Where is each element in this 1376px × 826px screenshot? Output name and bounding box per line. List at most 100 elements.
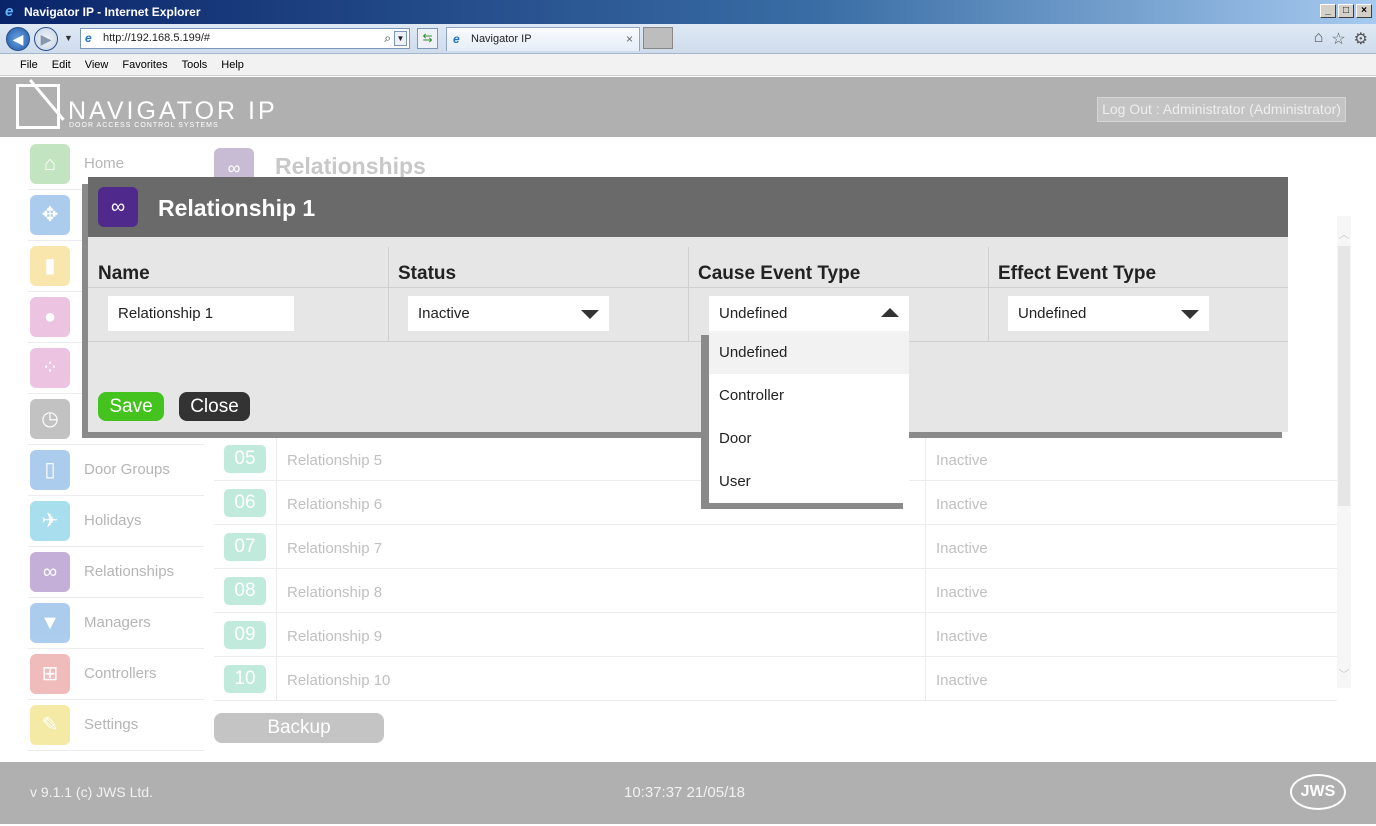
home-icon[interactable]: ⌂ [1314, 29, 1324, 49]
clock-icon: ◷ [30, 399, 70, 439]
sidebar-item-label: Managers [84, 614, 151, 631]
sidebar-item-settings[interactable]: ✎ Settings [28, 700, 204, 751]
chevron-up-icon [881, 308, 899, 317]
dropdown-option-controller[interactable]: Controller [709, 374, 909, 417]
row-name: Relationship 8 [287, 584, 383, 601]
scroll-up-icon[interactable]: ︿ [1337, 226, 1351, 242]
relationship-modal: ∞ Relationship 1 Name Status Cause Event… [88, 177, 1288, 432]
tie-icon: ▼ [30, 603, 70, 643]
cause-event-type-dropdown: Undefined Controller Door User [709, 331, 909, 503]
menu-bar: File Edit View Favorites Tools Help [0, 54, 1376, 76]
page-title: Relationships [275, 153, 426, 179]
link-icon: ∞ [98, 187, 138, 227]
table-row[interactable]: 10 Relationship 10 Inactive [214, 657, 1337, 701]
url-text: http://192.168.5.199/# [103, 32, 211, 44]
menu-edit[interactable]: Edit [52, 54, 71, 75]
bar-chart-icon: ▮ [30, 246, 70, 286]
group-icon: ⁘ [30, 348, 70, 388]
refresh-icon[interactable]: ⇆ [417, 28, 438, 49]
back-icon[interactable]: ◀ [6, 27, 30, 51]
browser-tab[interactable]: e Navigator IP × [446, 27, 640, 51]
dropdown-option-user[interactable]: User [709, 460, 909, 503]
user-icon: ● [30, 297, 70, 337]
row-name: Relationship 9 [287, 628, 383, 645]
sidebar-item-label: Controllers [84, 665, 157, 682]
scrollbar-thumb[interactable] [1338, 246, 1350, 506]
chevron-down-icon [1181, 310, 1199, 319]
sidebar-item-label: Relationships [84, 563, 175, 580]
navigator-logo-icon [16, 84, 60, 129]
row-status: Inactive [936, 584, 988, 601]
network-icon: ⊞ [30, 654, 70, 694]
close-window-icon[interactable]: × [1356, 4, 1372, 18]
menu-favorites[interactable]: Favorites [122, 54, 167, 75]
door-icon: ▯ [30, 450, 70, 490]
row-number: 08 [224, 577, 266, 605]
menu-view[interactable]: View [85, 54, 109, 75]
dropdown-option-undefined[interactable]: Undefined [709, 331, 909, 374]
history-dropdown-icon[interactable]: ▼ [64, 33, 73, 43]
home-icon: ⌂ [30, 144, 70, 184]
search-icon[interactable]: ⌕ [384, 29, 391, 48]
jws-logo: JWS [1290, 774, 1346, 810]
close-button[interactable]: Close [179, 392, 250, 421]
status-select[interactable]: Inactive [408, 296, 609, 331]
table-row[interactable]: 07 Relationship 7 Inactive [214, 525, 1337, 569]
app-header: NAVIGATOR IP DOOR ACCESS CONTROL SYSTEMS… [0, 77, 1376, 137]
table-row[interactable]: 08 Relationship 8 Inactive [214, 569, 1337, 613]
table-row[interactable]: 09 Relationship 9 Inactive [214, 613, 1337, 657]
tab-favicon-icon: e [453, 32, 460, 46]
clock-text: 10:37:37 21/05/18 [624, 784, 745, 801]
tools-gear-icon[interactable]: ⚙ [1354, 29, 1368, 49]
save-button[interactable]: Save [98, 392, 164, 421]
sidebar-item-controllers[interactable]: ⊞ Controllers [28, 649, 204, 700]
address-bar: ◀ ▶ ▼ e http://192.168.5.199/# ⌕ ▼ ⇆ e N… [0, 24, 1376, 54]
logo-subtitle: DOOR ACCESS CONTROL SYSTEMS [69, 122, 219, 129]
sidebar-item-label: Holidays [84, 512, 142, 529]
effect-event-type-header: Effect Event Type [998, 263, 1157, 284]
row-status: Inactive [936, 496, 988, 513]
effect-event-type-select[interactable]: Undefined [1008, 296, 1209, 331]
row-number: 06 [224, 489, 266, 517]
logout-button[interactable]: Log Out : Administrator (Administrator) [1097, 97, 1346, 122]
scroll-down-icon[interactable]: ﹀ [1337, 666, 1351, 682]
row-status: Inactive [936, 452, 988, 469]
app-footer: v 9.1.1 (c) JWS Ltd. 10:37:37 21/05/18 J… [0, 762, 1376, 824]
name-field[interactable]: Relationship 1 [108, 296, 294, 331]
window-title: Navigator IP - Internet Explorer [24, 5, 201, 19]
cause-select-value: Undefined [719, 305, 788, 322]
row-status: Inactive [936, 540, 988, 557]
minimize-icon[interactable]: _ [1320, 4, 1336, 18]
sidebar-item-holidays[interactable]: ✈ Holidays [28, 496, 204, 547]
list-scrollbar[interactable]: ︿ ﹀ [1337, 216, 1351, 688]
row-status: Inactive [936, 628, 988, 645]
cause-event-type-select[interactable]: Undefined [709, 296, 909, 331]
sidebar-item-relationships[interactable]: ∞ Relationships [28, 547, 204, 598]
sidebar-item-door-groups[interactable]: ▯ Door Groups [28, 445, 204, 496]
sidebar-item-label: Settings [84, 716, 139, 733]
backup-button[interactable]: Backup [214, 713, 384, 743]
menu-tools[interactable]: Tools [182, 54, 208, 75]
new-tab-button[interactable] [643, 27, 673, 49]
url-input[interactable]: e http://192.168.5.199/# ⌕ ▼ [80, 28, 410, 49]
maximize-icon[interactable]: □ [1338, 4, 1354, 18]
row-name: Relationship 6 [287, 496, 383, 513]
menu-help[interactable]: Help [221, 54, 244, 75]
url-dropdown-icon[interactable]: ▼ [394, 31, 407, 46]
sidebar-item-managers[interactable]: ▼ Managers [28, 598, 204, 649]
dropdown-option-door[interactable]: Door [709, 417, 909, 460]
row-number: 10 [224, 665, 266, 693]
link-icon: ∞ [30, 552, 70, 592]
sidebar-item-label: Home [84, 155, 125, 172]
modal-header: ∞ Relationship 1 [88, 177, 1288, 237]
row-name: Relationship 10 [287, 672, 391, 689]
favorites-star-icon[interactable]: ☆ [1331, 29, 1345, 49]
sidebar-item-label: Door Groups [84, 461, 170, 478]
tab-title: Navigator IP [471, 33, 532, 45]
cause-event-type-header: Cause Event Type [698, 263, 861, 284]
forward-icon[interactable]: ▶ [34, 27, 58, 51]
menu-file[interactable]: File [20, 54, 38, 75]
tab-close-icon[interactable]: × [626, 28, 633, 50]
row-number: 07 [224, 533, 266, 561]
wrench-icon: ✎ [30, 705, 70, 745]
